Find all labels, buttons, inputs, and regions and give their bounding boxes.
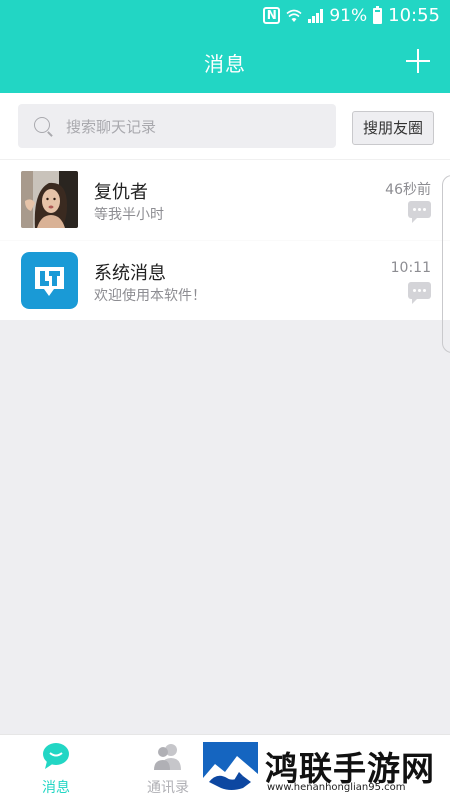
battery-percent: 91%	[329, 5, 368, 26]
battery-icon	[373, 5, 383, 24]
chat-name: 复仇者	[94, 182, 148, 203]
nfc-icon: N	[263, 7, 281, 24]
nav-label: 通讯录	[147, 780, 189, 796]
chat-item[interactable]: 复仇者 等我半小时 46秒前	[0, 160, 450, 240]
chat-item[interactable]: 系统消息 欢迎使用本软件！ 10:11	[0, 240, 450, 320]
chat-preview: 欢迎使用本软件！	[94, 288, 206, 304]
chat-bubble-icon	[43, 743, 69, 769]
watermark: 鸿联手游网 www.henanhonglian95.com	[203, 740, 450, 798]
chat-preview: 等我半小时	[94, 207, 164, 223]
avatar	[21, 171, 78, 228]
nav-label: 消息	[42, 780, 70, 796]
message-bubble-icon	[408, 201, 431, 223]
search-row: 搜索聊天记录 搜朋友圈	[0, 93, 450, 159]
status-bar: N 91% 10:55	[0, 0, 450, 32]
chat-list: 复仇者 等我半小时 46秒前 系统消息 欢迎使用本软件！ 10:11	[0, 160, 450, 320]
signal-icon	[308, 8, 324, 23]
chat-time: 10:11	[390, 260, 431, 276]
page-title: 消息	[204, 52, 246, 76]
search-input[interactable]: 搜索聊天记录	[18, 104, 336, 148]
wifi-icon	[286, 9, 302, 22]
clock: 10:55	[388, 5, 440, 26]
watermark-logo	[203, 742, 258, 796]
plus-icon[interactable]	[406, 49, 430, 73]
edge-panel-handle[interactable]	[442, 175, 450, 353]
tab-messages[interactable]: 消息	[16, 735, 96, 800]
search-icon	[34, 117, 50, 133]
chat-name: 系统消息	[94, 263, 166, 284]
chat-time: 46秒前	[385, 182, 431, 198]
tab-contacts[interactable]: 通讯录	[128, 735, 208, 800]
search-friends-button[interactable]: 搜朋友圈	[352, 111, 434, 145]
watermark-url: www.henanhonglian95.com	[267, 782, 406, 793]
message-bubble-icon	[408, 282, 431, 304]
search-placeholder: 搜索聊天记录	[66, 118, 157, 136]
avatar	[21, 252, 78, 309]
top-bar: N 91% 10:55 消息	[0, 0, 450, 93]
contacts-icon	[154, 744, 181, 770]
